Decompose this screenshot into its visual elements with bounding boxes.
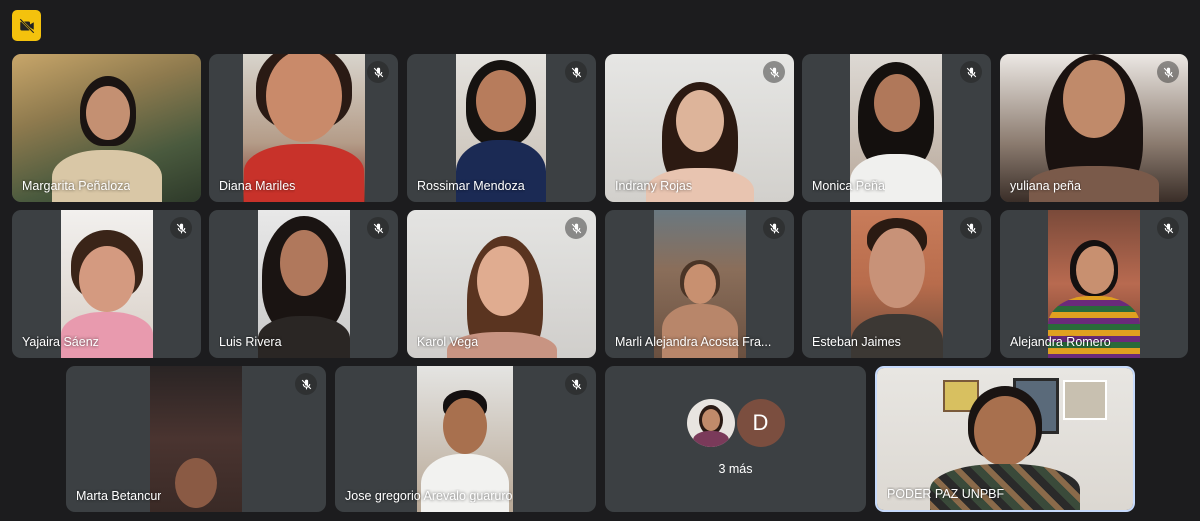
mic-off-icon	[763, 217, 785, 239]
camera-off-button[interactable]	[12, 10, 41, 41]
participant-tile[interactable]: Rossimar Mendoza	[407, 54, 596, 202]
participant-tile[interactable]: Jose gregorio Arevalo guaruro	[335, 366, 596, 512]
participant-name: Marta Betancur	[76, 489, 162, 503]
participant-tile[interactable]: Karol Vega	[407, 210, 596, 358]
mic-off-icon	[1157, 217, 1179, 239]
mic-off-icon	[1157, 61, 1179, 83]
participant-name: Esteban Jaimes	[812, 335, 901, 349]
participant-name: Luis Rivera	[219, 335, 282, 349]
participant-video	[150, 366, 242, 512]
participant-tile[interactable]: Indrany Rojas	[605, 54, 794, 202]
participant-name: Yajaira Sáenz	[22, 335, 99, 349]
mic-off-icon	[565, 373, 587, 395]
participant-tile[interactable]: Luis Rivera	[209, 210, 398, 358]
mic-off-icon	[295, 373, 317, 395]
participant-tile[interactable]: Yajaira Sáenz	[12, 210, 201, 358]
participant-tile[interactable]: yuliana peña	[1000, 54, 1188, 202]
mic-off-icon	[170, 217, 192, 239]
mic-off-icon	[565, 61, 587, 83]
participant-name: Diana Mariles	[219, 179, 296, 193]
mic-off-icon	[960, 217, 982, 239]
mic-off-icon	[763, 61, 785, 83]
camera-off-icon	[18, 17, 35, 34]
participant-tile[interactable]: Esteban Jaimes	[802, 210, 991, 358]
mic-off-icon	[367, 61, 389, 83]
avatar-letter: D	[736, 399, 785, 447]
participant-name: Marli Alejandra Acosta Fra...	[615, 335, 772, 349]
participant-name: Jose gregorio Arevalo guaruro	[345, 489, 513, 503]
participant-name: Alejandra Romero	[1010, 335, 1111, 349]
participant-name: Margarita Peñaloza	[22, 179, 131, 193]
avatar	[686, 399, 735, 447]
more-participants-tile[interactable]: D 3 más	[605, 366, 866, 512]
participant-tile[interactable]: Marli Alejandra Acosta Fra...	[605, 210, 794, 358]
participant-tile[interactable]: Diana Mariles	[209, 54, 398, 202]
participant-name: Karol Vega	[417, 335, 479, 349]
participant-name: Monica Peña	[812, 179, 885, 193]
participant-name: yuliana peña	[1010, 179, 1081, 193]
participant-name: Rossimar Mendoza	[417, 179, 525, 193]
more-participants-label: 3 más	[718, 462, 753, 476]
participant-name: PODER PAZ UNPBF	[887, 487, 1005, 501]
participant-tile-active-speaker[interactable]: PODER PAZ UNPBF	[875, 366, 1135, 512]
more-participants-avatars: D	[605, 399, 866, 447]
participant-tile[interactable]: Alejandra Romero	[1000, 210, 1188, 358]
participant-tile[interactable]: Margarita Peñaloza	[12, 54, 201, 202]
participant-tile[interactable]: Monica Peña	[802, 54, 991, 202]
mic-off-icon	[367, 217, 389, 239]
mic-off-icon	[960, 61, 982, 83]
mic-off-icon	[565, 217, 587, 239]
participant-name: Indrany Rojas	[615, 179, 693, 193]
participant-tile[interactable]: Marta Betancur	[66, 366, 326, 512]
